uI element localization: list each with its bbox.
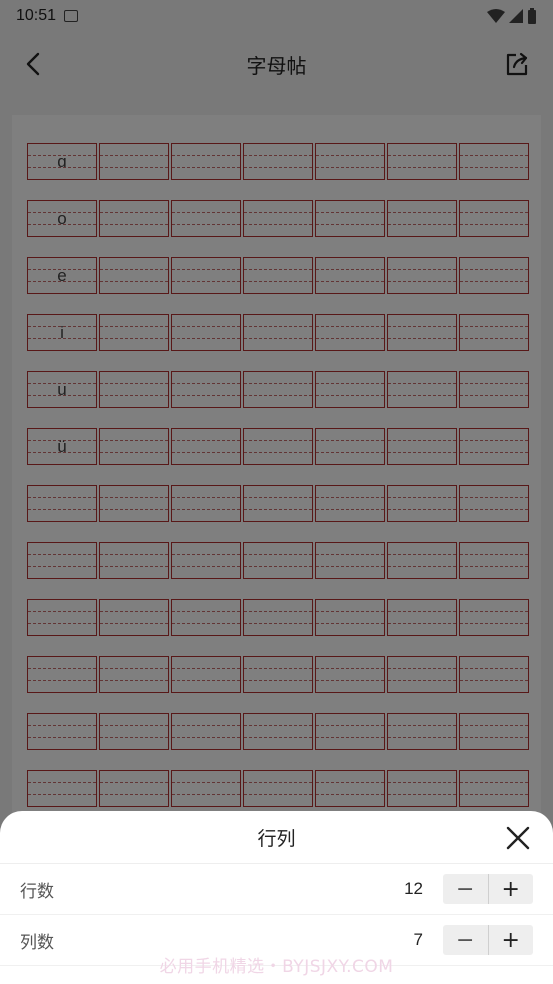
cols-value: 7 [413, 930, 423, 949]
cell-letter: i [60, 322, 64, 342]
close-icon[interactable] [505, 825, 531, 851]
cell-letter: ɑ [57, 151, 67, 171]
rows-stepper: − + [443, 874, 533, 904]
cell-letter: o [57, 208, 67, 228]
rows-label: 行数 [20, 881, 54, 902]
sheet-title: 行列 [257, 827, 296, 850]
cell-letter: u [57, 379, 67, 399]
sheet-header: 行列 [0, 811, 553, 864]
rows-value: 12 [404, 879, 423, 898]
cols-increment-button[interactable]: + [489, 925, 534, 955]
cols-label: 列数 [20, 932, 54, 953]
cell-letter: e [57, 265, 67, 285]
cols-stepper: − + [443, 925, 533, 955]
rows-increment-button[interactable]: + [489, 874, 534, 904]
cell-letter: ü [57, 436, 67, 456]
rows-decrement-button[interactable]: − [443, 874, 489, 904]
cols-decrement-button[interactable]: − [443, 925, 489, 955]
watermark: 必用手机精选・BYJSJXY.COM [159, 957, 394, 977]
rows-setting: 行数 12 − + [0, 864, 553, 915]
